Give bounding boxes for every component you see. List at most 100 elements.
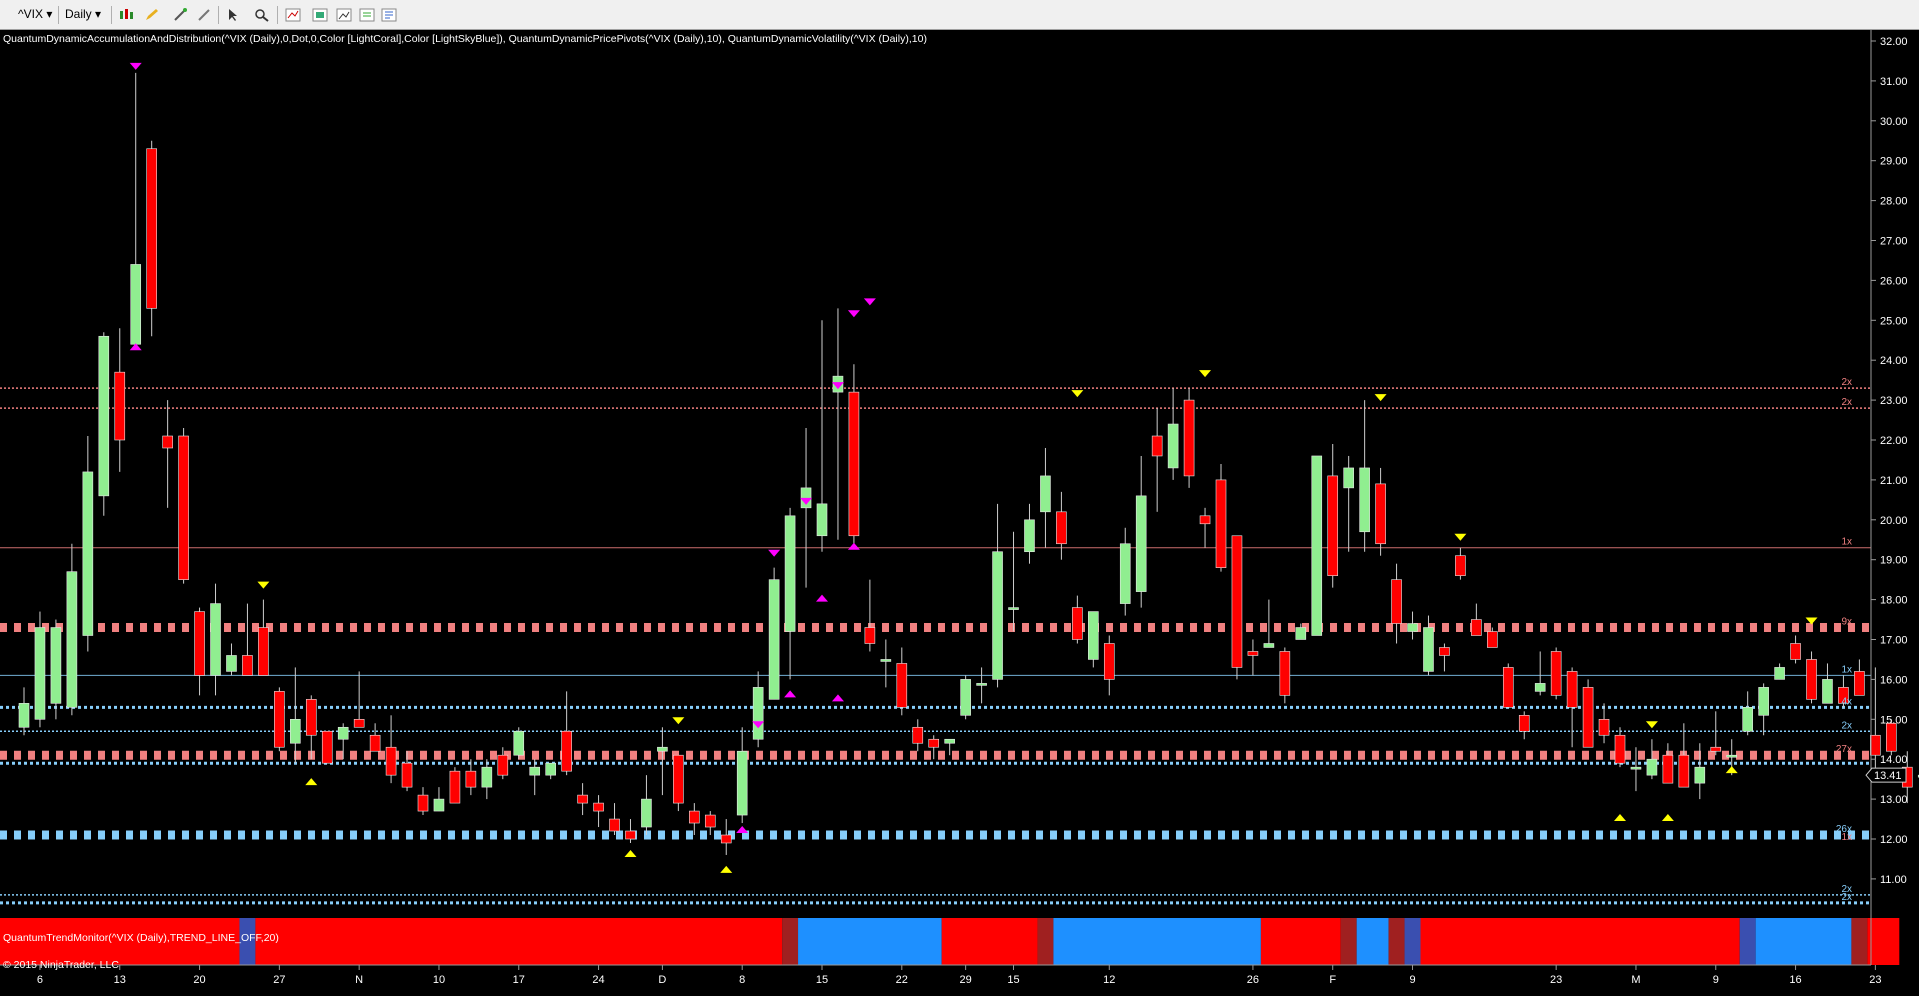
- strategies-icon[interactable]: [312, 8, 328, 22]
- level-label: 2x: [1841, 892, 1852, 903]
- candle-bull: [960, 679, 971, 716]
- trend-segment: [1867, 918, 1900, 965]
- candle-bear: [912, 726, 924, 744]
- candle-bull: [210, 603, 221, 676]
- candle-bear: [561, 730, 572, 772]
- chart-image-icon[interactable]: [336, 8, 352, 22]
- candle-bear: [704, 814, 716, 828]
- trend-segment: [1404, 918, 1421, 965]
- candle-bear: [1056, 511, 1067, 545]
- candle-bull: [768, 579, 780, 700]
- trend-segment: [1851, 918, 1868, 965]
- toolbar-divider: [218, 6, 219, 24]
- y-tick-label: 23.00: [1880, 395, 1908, 407]
- trend-segment: [1340, 918, 1357, 965]
- level-label: 1x: [1841, 664, 1852, 675]
- candle-bull: [1088, 611, 1099, 660]
- y-tick-label: 26.00: [1880, 275, 1908, 287]
- x-tick-label: 10: [433, 974, 445, 986]
- candle-bear: [1151, 435, 1163, 457]
- price-chart[interactable]: 2x2x1x9x1x4x2x27x26x1x2x2x 11.0012.0013.…: [0, 30, 1919, 996]
- level-label: 1x: [1841, 832, 1852, 843]
- y-tick-label: 28.00: [1880, 196, 1908, 208]
- candle-bear: [1375, 483, 1386, 545]
- candle-bear: [353, 718, 365, 728]
- candle-bear: [1678, 754, 1690, 788]
- trend-segment: [1739, 918, 1756, 965]
- candle-bull: [1407, 623, 1418, 632]
- candle-bull: [82, 471, 94, 636]
- candle-bear: [928, 738, 940, 748]
- x-tick-label: 8: [739, 974, 745, 986]
- level-label: 9x: [1841, 617, 1852, 628]
- trend-segment: [1755, 918, 1852, 965]
- last-price-marker: 13.41: [1865, 767, 1907, 783]
- interval-selector[interactable]: Daily ▾: [65, 6, 101, 23]
- x-tick-label: 12: [1103, 974, 1115, 986]
- magic-wand-icon[interactable]: [173, 8, 189, 22]
- candle-bull: [545, 762, 556, 776]
- y-tick-label: 25.00: [1880, 315, 1908, 327]
- candle-bear: [465, 770, 477, 788]
- candle-bear: [178, 435, 189, 580]
- instrument-selector[interactable]: ^VIX ▾: [18, 6, 52, 23]
- copyright: © 2015 NinjaTrader, LLC: [3, 959, 119, 971]
- candle-bear: [673, 754, 684, 804]
- pencil-icon[interactable]: [144, 8, 160, 22]
- x-tick-label: N: [355, 974, 363, 986]
- candle-bull: [337, 726, 349, 740]
- level-label: 2x: [1841, 377, 1852, 388]
- candle-bear: [1662, 754, 1674, 784]
- candle-bull: [976, 683, 987, 686]
- x-tick-label: F: [1329, 974, 1336, 986]
- zoom-icon[interactable]: [254, 8, 270, 22]
- x-tick-label: 24: [592, 974, 604, 986]
- indicator-label: QuantumDynamicAccumulationAndDistributio…: [3, 33, 927, 45]
- y-tick-label: 16.00: [1880, 674, 1908, 686]
- candle-bear: [162, 435, 173, 449]
- bar-type-icon[interactable]: [118, 8, 134, 22]
- y-tick-label: 31.00: [1880, 76, 1908, 88]
- trend-segment: [1260, 918, 1341, 965]
- y-tick-label: 18.00: [1880, 595, 1908, 607]
- candle-bear: [1247, 651, 1259, 656]
- candle-bull: [513, 730, 525, 756]
- y-tick-label: 19.00: [1880, 555, 1908, 567]
- y-tick-label: 13.00: [1880, 794, 1908, 806]
- data-box-icon[interactable]: [359, 8, 375, 22]
- x-tick-label: 26: [1247, 974, 1259, 986]
- candle-bull: [1008, 607, 1019, 610]
- x-tick-label: 20: [193, 974, 205, 986]
- candle-bear: [1566, 671, 1578, 708]
- trend-monitor-bar: [0, 918, 1900, 965]
- candle-bear: [593, 802, 604, 812]
- candle-bear: [1439, 647, 1450, 656]
- candle-bull: [529, 766, 541, 776]
- properties-icon[interactable]: [381, 8, 397, 22]
- y-tick-label: 20.00: [1880, 515, 1908, 527]
- chart-background: [0, 30, 1919, 996]
- candle-bull: [98, 335, 110, 497]
- cursor-icon[interactable]: [226, 8, 242, 22]
- candle-bear: [369, 734, 381, 752]
- candle-bear: [1327, 475, 1339, 576]
- candle-bear: [321, 730, 333, 764]
- trend-segment: [1053, 918, 1261, 965]
- x-tick-label: M: [1631, 974, 1640, 986]
- x-tick-label: 13: [114, 974, 126, 986]
- candle-bull: [433, 798, 445, 812]
- candle-bear: [625, 830, 636, 840]
- trend-monitor-label: QuantumTrendMonitor(^VIX (Daily),TREND_L…: [3, 932, 279, 944]
- candle-bull: [1694, 766, 1706, 784]
- candle-bull: [736, 750, 748, 816]
- y-tick-label: 29.00: [1880, 156, 1908, 168]
- candle-bear: [1710, 746, 1722, 752]
- candle-bear: [689, 810, 700, 824]
- level-label: 1x: [1841, 537, 1852, 548]
- x-tick-label: 29: [960, 974, 972, 986]
- tool-icon[interactable]: [197, 8, 213, 22]
- candle-bull: [816, 503, 828, 537]
- indicators-icon[interactable]: [285, 8, 301, 22]
- trend-segment: [255, 918, 783, 965]
- candle-bear: [1854, 671, 1865, 696]
